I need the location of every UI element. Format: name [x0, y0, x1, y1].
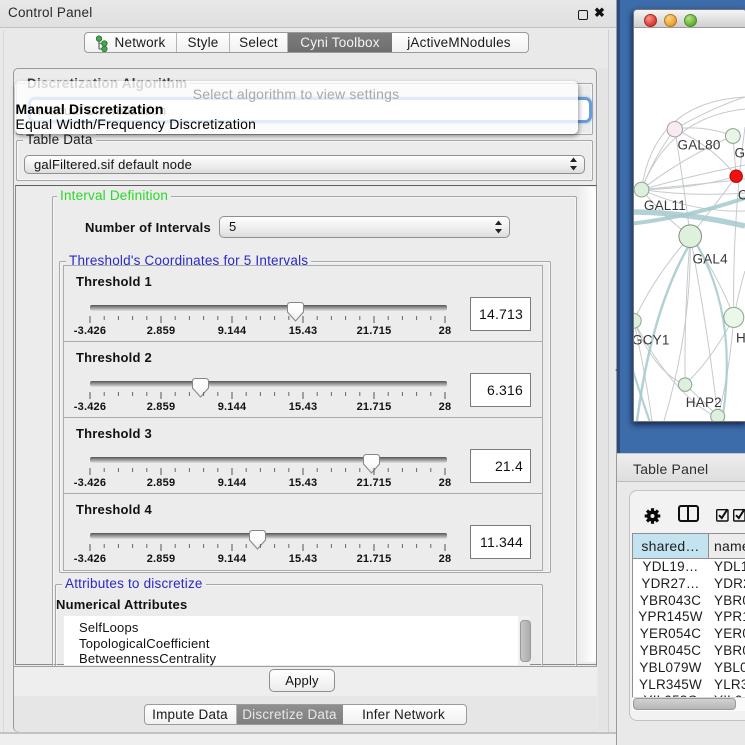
svg-text:C: C	[738, 188, 745, 203]
svg-text:GA: GA	[735, 146, 745, 161]
svg-text:HAP2: HAP2	[686, 395, 722, 410]
svg-text:GCY1: GCY1	[634, 333, 670, 348]
svg-text:GAL80: GAL80	[678, 138, 721, 153]
svg-text:GAL4: GAL4	[693, 252, 729, 267]
svg-text:GAL11: GAL11	[644, 198, 686, 213]
svg-text:H: H	[736, 331, 745, 346]
